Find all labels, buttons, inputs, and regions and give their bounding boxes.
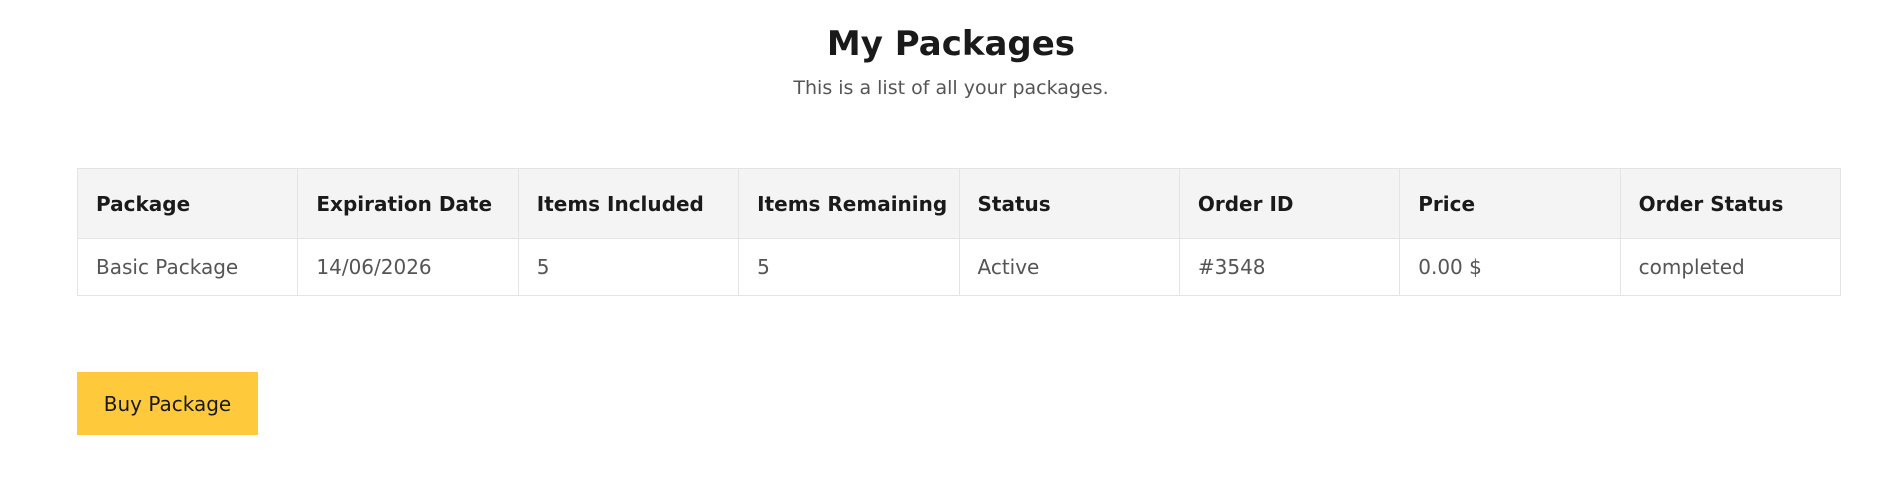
cell-price: 0.00 $ — [1399, 238, 1621, 296]
page-subtitle: This is a list of all your packages. — [793, 77, 1109, 99]
buy-package-button[interactable]: Buy Package — [77, 372, 258, 435]
page-heading: My Packages This is a list of all your p… — [0, 22, 1902, 100]
cell-package: Basic Package — [76, 238, 299, 296]
column-header-package: Package — [76, 168, 299, 239]
page: My Packages This is a list of all your p… — [0, 0, 1902, 491]
cell-items-remaining: 5 — [738, 238, 960, 296]
column-header-price: Price — [1399, 168, 1621, 239]
cell-items-included: 5 — [517, 238, 740, 296]
cell-order-id: #3548 — [1178, 238, 1401, 296]
page-title: My Packages — [826, 24, 1076, 64]
column-header-items-included: Items Included — [517, 168, 740, 239]
cell-expiration-date: 14/06/2026 — [297, 238, 519, 296]
cell-order-status: completed — [1619, 238, 1842, 296]
table-body: Basic Package 14/06/2026 5 5 Active #354… — [76, 238, 1842, 296]
table-header: Package Expiration Date Items Included I… — [76, 168, 1842, 239]
table-header-row: Package Expiration Date Items Included I… — [76, 168, 1842, 239]
column-header-status: Status — [958, 168, 1180, 239]
column-header-order-status: Order Status — [1619, 168, 1842, 239]
column-header-expiration-date: Expiration Date — [297, 168, 519, 239]
packages-table: Package Expiration Date Items Included I… — [76, 168, 1842, 296]
column-header-order-id: Order ID — [1178, 168, 1401, 239]
cell-status: Active — [958, 238, 1180, 296]
table-row: Basic Package 14/06/2026 5 5 Active #354… — [76, 238, 1842, 296]
column-header-items-remaining: Items Remaining — [738, 168, 960, 239]
